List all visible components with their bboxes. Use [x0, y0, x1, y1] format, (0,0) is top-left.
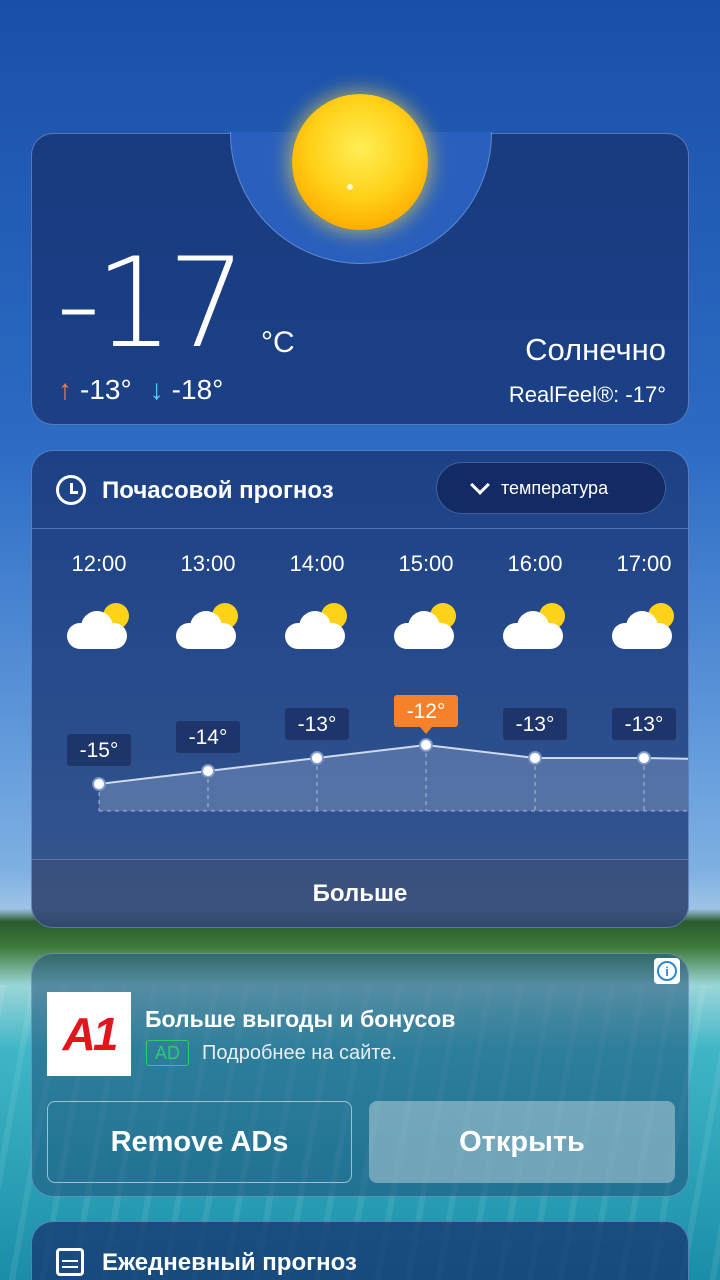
chart-point: [92, 777, 106, 791]
temp-label: -13°: [516, 713, 555, 736]
daily-title: Ежедневный прогноз: [102, 1249, 357, 1276]
clock-icon: [56, 475, 86, 505]
hour-time: 12:00: [71, 551, 127, 576]
dropdown-label: температура: [501, 477, 609, 498]
ad-subtitle: Подробнее на сайте.: [202, 1042, 397, 1064]
sun-icon: [292, 94, 428, 230]
chart-point: [201, 764, 215, 778]
partly-cloudy-icon: [176, 603, 240, 649]
chart-point: [637, 751, 651, 765]
hour-time: 15:00: [398, 551, 454, 576]
more-button[interactable]: Больше: [32, 859, 688, 927]
temp-label: -12°: [407, 700, 446, 723]
high-low: ↑ -13° ↓ -18°: [58, 374, 223, 406]
partly-cloudy-icon: [612, 603, 676, 649]
temp-label-pointer: [420, 727, 432, 734]
ad-card: i A1 Больше выгоды и бонусов AD Подробне…: [31, 953, 689, 1197]
arrow-up-icon: ↑: [58, 374, 72, 405]
ad-title[interactable]: Больше выгоды и бонусов: [145, 1006, 455, 1033]
current-weather-card: -17 °C ↑ -13° ↓ -18° Солнечно RealFeel®:…: [31, 94, 689, 425]
hourly-title: Почасовой прогноз: [102, 477, 334, 504]
chart-area: [99, 745, 688, 811]
temp-label: -13°: [625, 713, 664, 736]
temperature-unit: °C: [261, 326, 295, 359]
chart-point: [310, 751, 324, 765]
high-temperature: -13°: [80, 374, 132, 405]
ad-badge: AD: [146, 1040, 190, 1066]
calendar-icon: [56, 1248, 84, 1276]
hour-time: 16:00: [507, 551, 563, 576]
low-temperature: -18°: [171, 374, 224, 405]
hour-time: 13:00: [180, 551, 236, 576]
hour-column: 16:00: [485, 551, 585, 649]
hour-column: 17:00: [594, 551, 688, 649]
advertiser-logo[interactable]: A1: [47, 992, 131, 1076]
current-temperature: -17: [56, 232, 247, 376]
partly-cloudy-icon: [67, 603, 131, 649]
remove-ads-button[interactable]: Remove ADs: [47, 1101, 352, 1183]
hour-time: 14:00: [289, 551, 345, 576]
chart-point: [528, 751, 542, 765]
hourly-header: Почасовой прогноз температура: [32, 451, 688, 529]
daily-forecast-card: Ежедневный прогноз: [31, 1221, 689, 1280]
hour-column: 13:00: [158, 551, 258, 649]
hours-row[interactable]: 12:00 13:00 14:00 15:00 16:00 17:00: [32, 551, 688, 671]
partly-cloudy-icon: [394, 603, 458, 649]
chart-point: [419, 738, 433, 752]
open-button[interactable]: Открыть: [369, 1101, 675, 1183]
temp-label: -14°: [189, 726, 228, 749]
weather-condition: Солнечно: [525, 332, 666, 367]
partly-cloudy-icon: [503, 603, 567, 649]
logo-text: A1: [62, 1008, 119, 1060]
temperature-chart: -15° -14° -13° -12° -13° -13°: [67, 695, 688, 812]
arrow-down-icon: ↓: [149, 374, 164, 405]
realfeel: RealFeel®: -17°: [508, 382, 666, 407]
hourly-forecast-card: Почасовой прогноз температура 12:00 13:00…: [31, 450, 689, 928]
hour-time: 17:00: [616, 551, 672, 576]
hour-column: 12:00: [49, 551, 149, 649]
hour-column: 14:00: [267, 551, 367, 649]
metric-dropdown[interactable]: температура: [436, 462, 666, 514]
temp-label: -15°: [80, 739, 119, 762]
temp-label: -13°: [298, 713, 337, 736]
chevron-down-icon: [470, 475, 490, 495]
partly-cloudy-icon: [285, 603, 349, 649]
info-icon[interactable]: i: [654, 958, 680, 984]
hour-column: 15:00: [376, 551, 476, 649]
